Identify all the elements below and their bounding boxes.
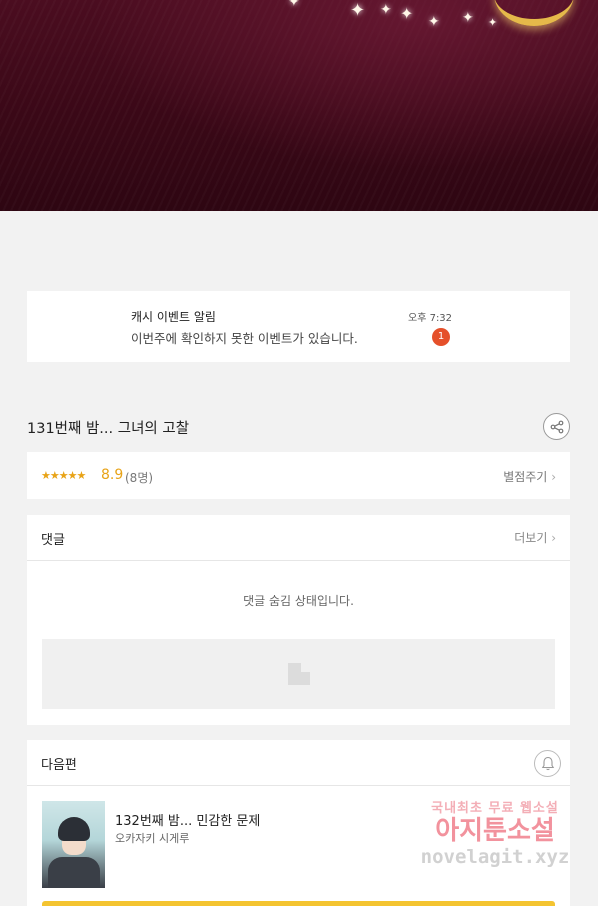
sparkle-icon: ✦ [428, 14, 440, 30]
divider [27, 785, 570, 786]
rating-panel: ★★★★★ 8.9 (8명) 별점주기 › [27, 452, 570, 499]
next-episode-title[interactable]: 132번째 밤... 민감한 문제 [115, 810, 260, 829]
next-episode-header: 다음편 [41, 758, 77, 773]
sparkle-icon: ✦ [350, 0, 366, 21]
site-watermark: 국내최초 무료 웹소설 아지툰소설 novelagit.xyz [410, 797, 580, 868]
comments-section: 댓글 더보기 › 댓글 숨김 상태입니다. [27, 515, 570, 725]
rate-button-label: 별점주기 [503, 470, 548, 484]
share-button[interactable] [543, 413, 570, 440]
comments-header: 댓글 [41, 533, 65, 548]
moon-decoration [494, 0, 574, 26]
comments-more-button[interactable]: 더보기 › [514, 529, 556, 546]
episode-cover-banner: ✦ ✦ ✦ ✦ ✦ ✦ ✦ [0, 0, 598, 211]
image-placeholder-icon [287, 663, 310, 685]
rate-button[interactable]: 별점주기 › [503, 468, 556, 485]
ad-placeholder[interactable] [42, 639, 555, 709]
bell-icon [541, 756, 554, 771]
chevron-right-icon: › [551, 470, 556, 484]
episode-title: 131번째 밤... 그녀의 고찰 [27, 421, 190, 437]
sparkle-icon: ✦ [400, 4, 414, 23]
rating-count: (8명) [125, 471, 154, 485]
thumbnail-figure-hair [58, 817, 90, 841]
watermark-line2: 아지툰소설 [435, 816, 555, 846]
watermark-line3: novelagit.xyz [420, 846, 570, 868]
star-rating-icon: ★★★★★ [41, 469, 86, 482]
sparkle-icon: ✦ [488, 16, 498, 29]
sparkle-icon: ✦ [288, 0, 300, 10]
share-icon [550, 420, 563, 433]
sparkle-icon: ✦ [462, 10, 474, 26]
next-episode-button-edge[interactable] [42, 901, 555, 906]
cash-event-notification[interactable]: 캐시 이벤트 알림 이번주에 확인하지 못한 이벤트가 있습니다. 오후 7:3… [27, 291, 570, 362]
notification-message: 이번주에 확인하지 못한 이벤트가 있습니다. [131, 331, 358, 346]
chevron-right-icon: › [551, 531, 556, 545]
sparkle-icon: ✦ [380, 2, 392, 18]
divider [27, 560, 570, 561]
watermark-line1: 국내최초 무료 웹소설 [431, 801, 559, 816]
notification-toggle-button[interactable] [534, 750, 561, 777]
notification-title: 캐시 이벤트 알림 [131, 310, 216, 324]
comments-hidden-message: 댓글 숨김 상태입니다. [243, 594, 354, 608]
next-episode-thumbnail[interactable] [42, 801, 105, 888]
rating-score: 8.9 [101, 467, 124, 483]
more-button-label: 더보기 [514, 531, 548, 545]
next-episode-author: 오카자키 시게루 [115, 832, 190, 845]
notification-badge: 1 [432, 328, 450, 346]
thumbnail-figure-body [48, 857, 100, 888]
notification-time: 오후 7:32 [408, 313, 453, 324]
